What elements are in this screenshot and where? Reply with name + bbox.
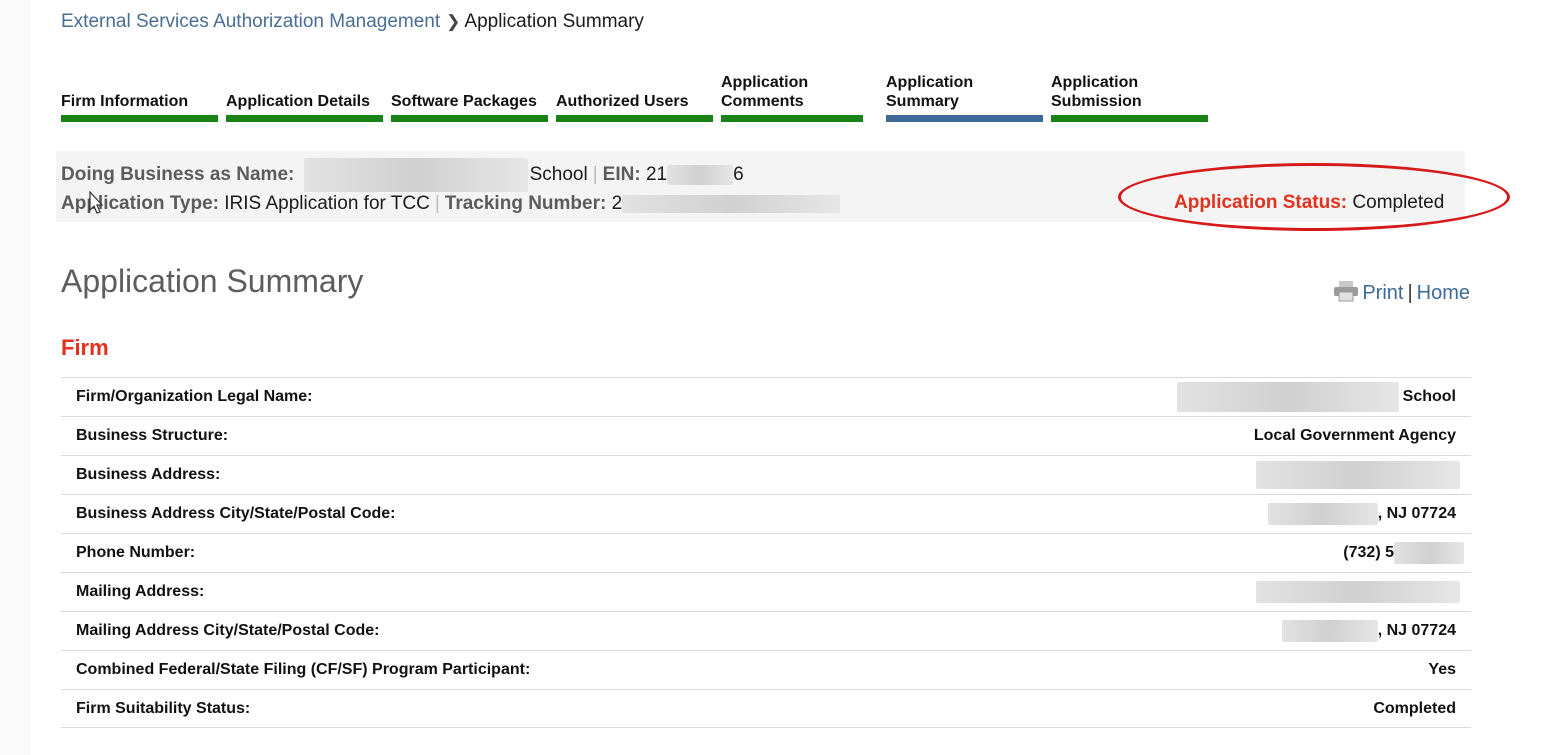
ein-prefix: 21 <box>645 164 668 186</box>
row-value: School <box>1176 382 1456 412</box>
row-value <box>1256 581 1460 603</box>
table-row: Firm/Organization Legal Name: School <box>61 377 1471 416</box>
step-application-submission[interactable]: Application Submission <box>1051 66 1208 122</box>
step-label: Application Details <box>226 93 371 110</box>
table-row: Mailing Address: <box>61 572 1471 611</box>
status-highlight: Application Status: Completed <box>1118 163 1516 235</box>
redacted-block <box>1176 382 1399 412</box>
application-status: Application Status: Completed <box>1174 192 1444 214</box>
row-value: Completed <box>1373 699 1456 717</box>
row-label: Business Structure: <box>76 427 229 444</box>
mouse-cursor-icon <box>89 191 103 214</box>
home-link[interactable]: Home <box>1417 282 1470 304</box>
redacted-block <box>1256 581 1460 603</box>
app-type-value: IRIS Application for TCC <box>224 193 430 214</box>
dba-label: Doing Business as Name: <box>61 164 295 186</box>
print-link[interactable]: Print <box>1362 282 1403 304</box>
application-type-line: Application Type: IRIS Application for T… <box>61 193 841 215</box>
row-label: Business Address: <box>76 466 221 483</box>
row-value <box>1256 461 1460 489</box>
table-row: Phone Number: (732) 5 <box>61 533 1471 572</box>
breadcrumb: External Services Authorization Manageme… <box>61 11 644 33</box>
firm-section-title: Firm <box>61 335 109 360</box>
row-label: Combined Federal/State Filing (CF/SF) Pr… <box>76 661 531 678</box>
page-title: Application Summary <box>61 263 364 299</box>
tracking-label: Tracking Number: <box>444 193 607 214</box>
row-label: Mailing Address: <box>76 583 205 600</box>
step-application-comments[interactable]: Application Comments <box>721 66 863 122</box>
table-row: Combined Federal/State Filing (CF/SF) Pr… <box>61 650 1471 689</box>
redacted-block <box>667 165 734 185</box>
row-value: Yes <box>1428 661 1456 678</box>
application-info-bar: Doing Business as Name: School | EIN: 21 6 … <box>56 151 1510 231</box>
ein-label: EIN: <box>602 164 641 186</box>
step-firm-information[interactable]: Firm Information <box>61 66 218 122</box>
tracking-prefix: 2 <box>611 193 623 214</box>
step-label: Authorized Users <box>556 93 689 110</box>
status-label: Application Status: <box>1174 192 1348 213</box>
table-row: Firm Suitability Status: Completed <box>61 689 1471 728</box>
redacted-block <box>1281 620 1378 642</box>
table-row: Mailing Address City/State/Postal Code: … <box>61 611 1471 650</box>
table-row: Business Address: <box>61 455 1471 494</box>
step-application-details[interactable]: Application Details <box>226 66 383 122</box>
dba-line: Doing Business as Name: School | EIN: 21 6 <box>61 158 744 192</box>
redacted-block <box>303 158 528 192</box>
redacted-block <box>1256 461 1460 489</box>
page-actions: Print | Home <box>1333 280 1470 305</box>
row-value: (732) 5 <box>1343 542 1464 564</box>
step-software-packages[interactable]: Software Packages <box>391 66 548 122</box>
step-label: Application Comments <box>721 74 809 110</box>
step-application-summary[interactable]: Application Summary <box>886 66 1043 122</box>
dba-value: School <box>529 164 588 186</box>
redacted-block <box>1267 503 1378 525</box>
redacted-block <box>1394 542 1464 564</box>
row-label: Mailing Address City/State/Postal Code: <box>76 622 380 639</box>
row-label: Business Address City/State/Postal Code: <box>76 505 396 522</box>
table-row: Business Address City/State/Postal Code:… <box>61 494 1471 533</box>
row-value: Local Government Agency <box>1253 427 1456 444</box>
app-type-label: Application Type: <box>61 193 219 214</box>
firm-details-table: Firm/Organization Legal Name: School Bus… <box>61 377 1471 728</box>
row-value: , NJ 07724 <box>1281 620 1456 642</box>
step-label: Application Summary <box>886 74 974 110</box>
step-authorized-users[interactable]: Authorized Users <box>556 66 713 122</box>
redacted-block <box>622 194 841 213</box>
chevron-right-icon: ❯ <box>446 12 461 31</box>
table-row: Business Structure: Local Government Age… <box>61 416 1471 455</box>
ein-suffix: 6 <box>733 164 744 186</box>
step-label: Application Submission <box>1051 74 1142 110</box>
row-label: Firm/Organization Legal Name: <box>76 388 313 405</box>
row-label: Firm Suitability Status: <box>76 699 251 717</box>
row-label: Phone Number: <box>76 544 196 561</box>
status-value: Completed <box>1352 192 1445 213</box>
step-label: Firm Information <box>61 93 189 110</box>
step-label: Software Packages <box>391 93 537 110</box>
breadcrumb-parent-link[interactable]: External Services Authorization Manageme… <box>61 11 440 32</box>
breadcrumb-current: Application Summary <box>464 11 644 32</box>
row-value: , NJ 07724 <box>1267 503 1456 525</box>
printer-icon[interactable] <box>1333 280 1359 302</box>
